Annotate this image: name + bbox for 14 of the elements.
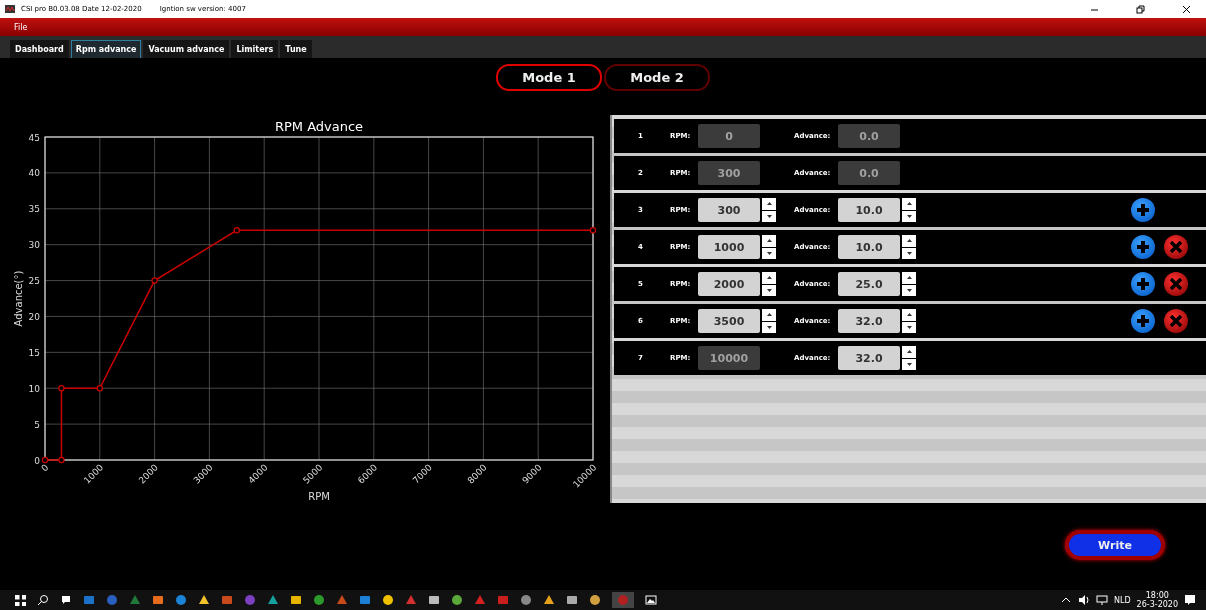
y-tick-label: 30 [28,240,40,251]
x-tick-label: 0 [39,462,51,474]
y-tick-label: 40 [28,168,40,179]
chart-title: RPM Advance [274,119,364,134]
x-axis-title: RPM [308,491,330,502]
y-tick-label: 10 [28,383,40,394]
y-tick-label: 15 [28,347,40,358]
y-tick-label: 20 [28,311,40,322]
y-axis-title: Advance(°) [13,270,24,327]
y-tick-label: 5 [34,419,40,430]
y-tick-label: 0 [34,455,40,466]
y-tick-label: 45 [28,132,40,143]
y-tick-label: 35 [28,204,40,215]
y-tick-label: 25 [28,276,40,287]
